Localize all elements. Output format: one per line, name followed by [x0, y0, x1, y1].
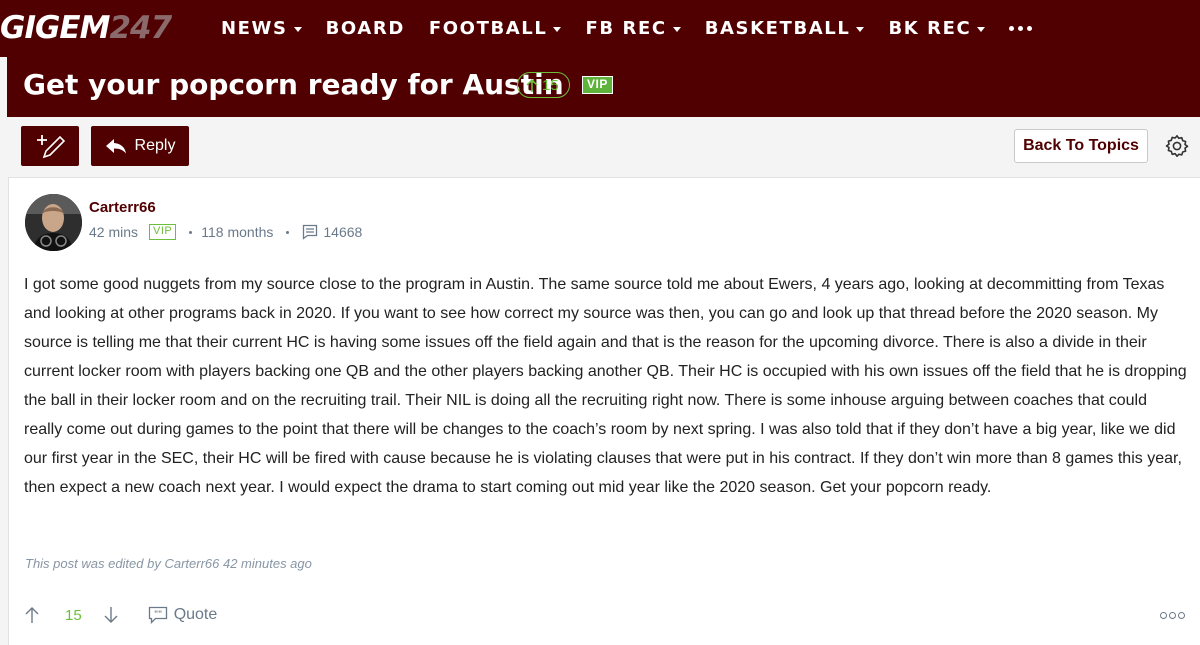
- back-to-topics-button[interactable]: Back To Topics: [1014, 129, 1148, 163]
- post-time: 42 mins: [89, 224, 139, 240]
- thread-title: Get your popcorn ready for Austin: [23, 68, 564, 101]
- avatar-image: [25, 194, 82, 251]
- post-body: I got some good nuggets from my source c…: [24, 276, 1187, 496]
- posts-icon: [303, 224, 318, 240]
- svg-text:": ": [158, 610, 162, 619]
- member-tenure: 118 months: [201, 224, 274, 240]
- reply-button[interactable]: Reply: [91, 126, 189, 166]
- post-author[interactable]: Carterr66: [89, 199, 156, 216]
- vip-badge: VIP: [149, 224, 177, 240]
- post-count: 14668: [302, 224, 362, 240]
- more-nav-icon[interactable]: [1009, 26, 1033, 31]
- vip-badge: VIP: [582, 76, 613, 94]
- upvote-arrow-icon[interactable]: [25, 606, 39, 624]
- separator-dot: [189, 230, 193, 234]
- edited-note: This post was edited by Carterr66 42 min…: [25, 556, 312, 571]
- nav-item-basketball[interactable]: BASKETBALL: [705, 18, 865, 39]
- top-navigation-bar: GIGEM 247 NEWS BOARD FOOTBALL FB REC BASK…: [0, 0, 1200, 57]
- reply-arrow-icon: [105, 139, 126, 154]
- new-topic-button[interactable]: [21, 126, 79, 166]
- separator-dot: [286, 230, 290, 234]
- thread-upvote-count: 15: [517, 72, 570, 98]
- chevron-down-icon: [856, 27, 865, 32]
- quote-icon: " ": [148, 606, 167, 624]
- post-meta: 42 mins VIP 118 months 14668: [89, 224, 362, 240]
- site-logo[interactable]: GIGEM 247: [0, 8, 172, 48]
- nav-item-board[interactable]: BOARD: [326, 18, 405, 39]
- post-footer: 15 " " Quote: [25, 606, 217, 624]
- nav-item-fb-rec[interactable]: FB REC: [585, 18, 681, 39]
- vote-count: 15: [65, 606, 82, 624]
- gear-icon[interactable]: [1165, 134, 1189, 158]
- avatar[interactable]: [25, 194, 82, 251]
- compose-icon: [37, 135, 66, 159]
- nav-item-bk-rec[interactable]: BK REC: [888, 18, 986, 39]
- chevron-down-icon: [672, 27, 681, 32]
- chevron-down-icon: [293, 27, 302, 32]
- chevron-down-icon: [553, 27, 562, 32]
- main-nav: NEWS BOARD FOOTBALL FB REC BASKETBALL BK…: [221, 0, 1033, 57]
- nav-item-news[interactable]: NEWS: [221, 18, 302, 39]
- quote-button[interactable]: " " Quote: [148, 606, 217, 624]
- downvote-arrow-icon[interactable]: [104, 606, 118, 624]
- chevron-down-icon: [977, 27, 986, 32]
- nav-item-football[interactable]: FOOTBALL: [429, 18, 562, 39]
- more-options-icon[interactable]: [1160, 612, 1185, 619]
- upvote-arrow-icon: [526, 78, 538, 92]
